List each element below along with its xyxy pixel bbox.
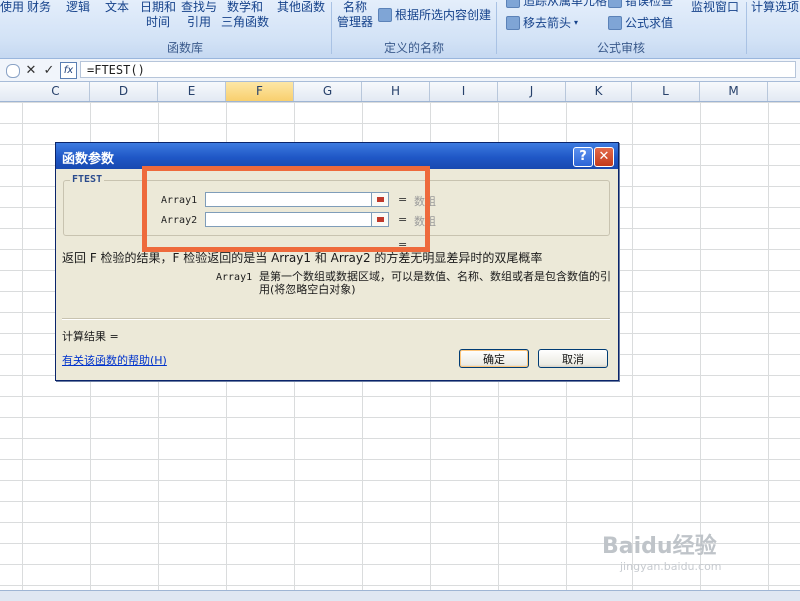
help-button[interactable]: ?	[573, 147, 593, 167]
button-label: 根据所选内容创建	[395, 8, 492, 22]
formula-bar-tools: ✕ ✓ fx	[6, 62, 77, 79]
button-label: 财务	[26, 0, 51, 14]
ribbon-separator	[496, 2, 497, 54]
column-header-k[interactable]: K	[566, 82, 632, 101]
button-label: 日期和	[139, 0, 176, 14]
create-from-selection-button[interactable]: 根据所选内容创建	[378, 6, 491, 23]
evaluate-formula-button[interactable]: 公式求值	[608, 14, 673, 31]
watermark-logo: Baidu经验	[602, 534, 717, 559]
button-label: 三角函数	[220, 15, 269, 29]
ribbon-math-trig-button[interactable]: 数学和 三角函数	[219, 0, 271, 30]
watermark-url: jingyan.baidu.com	[620, 560, 722, 573]
insert-function-button[interactable]: fx	[60, 62, 77, 79]
gridline	[768, 102, 769, 590]
ribbon-text-button[interactable]: 文本	[103, 0, 131, 15]
ribbon-recently-used-button[interactable]: 使用	[0, 0, 25, 15]
button-label: 时间	[145, 15, 170, 29]
button-label: 引用	[186, 15, 211, 29]
error-check-icon	[608, 0, 622, 8]
calc-options-button[interactable]: 计算选项	[750, 0, 800, 15]
button-label: 错误检查	[625, 0, 674, 8]
ribbon-lookup-reference-button[interactable]: 查找与 引用	[179, 0, 219, 30]
error-checking-button[interactable]: 错误检查	[608, 0, 673, 9]
arg-description-name: Array1	[216, 272, 253, 283]
button-label: 查找与	[180, 0, 217, 14]
enter-formula-button[interactable]: ✓	[42, 63, 56, 78]
arg-description-text: 是第一个数组或数据区域，可以是数值、名称、数组或者是包含数值的引用(将忽略空白对…	[259, 270, 611, 296]
gridline	[22, 102, 23, 590]
dialog-divider	[62, 318, 610, 320]
button-label: 使用	[0, 0, 25, 14]
group-label-defined-names: 定义的名称	[383, 41, 444, 55]
column-header-e[interactable]: E	[158, 82, 226, 101]
cancel-formula-button[interactable]: ✕	[24, 63, 38, 78]
ribbon-separator	[746, 2, 747, 54]
button-label: 名称	[342, 0, 367, 14]
trace-dependents-button[interactable]: 追踪从属单元格	[506, 0, 607, 9]
ribbon: 使用 财务 逻辑 文本 日期和 时间 查找与 引用 数学和 三角函数 其他函数 …	[0, 0, 800, 59]
column-header-g[interactable]: G	[294, 82, 362, 101]
remove-arrows-icon	[506, 15, 520, 30]
column-header-row: C D E F G H I J K L M	[0, 82, 800, 102]
button-label: 追踪从属单元格	[523, 0, 608, 8]
evaluate-icon	[608, 15, 622, 30]
formula-bar: ✕ ✓ fx =FTEST()	[0, 59, 800, 82]
column-header-i[interactable]: I	[430, 82, 498, 101]
calculation-result: 计算结果 =	[62, 330, 119, 343]
gridline	[700, 102, 701, 590]
ribbon-more-functions-button[interactable]: 其他函数	[275, 0, 327, 15]
button-label: 监视窗口	[690, 0, 739, 14]
name-manager-button[interactable]: 名称 管理器	[334, 0, 376, 30]
cancel-button[interactable]: 取消	[538, 349, 608, 368]
function-help-link[interactable]: 有关该函数的帮助(H)	[62, 352, 167, 368]
table-icon	[378, 7, 392, 22]
column-header-j[interactable]: J	[498, 82, 566, 101]
sheet-tabs-bar[interactable]	[0, 590, 800, 601]
button-label: 移去箭头	[523, 16, 572, 30]
group-label-formula-auditing: 公式审核	[596, 41, 645, 55]
ribbon-separator	[331, 2, 332, 54]
column-header-f[interactable]: F	[226, 82, 294, 101]
collapse-icon[interactable]	[6, 63, 20, 78]
ribbon-logical-button[interactable]: 逻辑	[64, 0, 92, 15]
button-label: 公式求值	[625, 16, 674, 30]
column-header-d[interactable]: D	[90, 82, 158, 101]
trace-arrow-icon	[506, 0, 520, 8]
gridline	[632, 102, 633, 590]
group-label-function-library: 函数库	[166, 41, 203, 55]
column-header-m[interactable]: M	[700, 82, 768, 101]
function-name-legend: FTEST	[70, 174, 105, 185]
remove-arrows-button[interactable]: 移去箭头 ▾	[506, 14, 578, 31]
chevron-down-icon: ▾	[574, 18, 579, 27]
column-header-c[interactable]: C	[22, 82, 90, 101]
column-header-l[interactable]: L	[632, 82, 700, 101]
watch-window-button[interactable]: 监视窗口	[688, 0, 742, 15]
formula-input[interactable]: =FTEST()	[80, 61, 796, 78]
button-label: 其他函数	[276, 0, 325, 14]
highlight-annotation	[142, 166, 430, 252]
ok-button[interactable]: 确定	[459, 349, 529, 368]
column-header-h[interactable]: H	[362, 82, 430, 101]
button-label: 数学和	[226, 0, 263, 14]
button-label: 计算选项	[750, 0, 799, 14]
ribbon-financial-button[interactable]: 财务	[25, 0, 53, 15]
ribbon-date-time-button[interactable]: 日期和 时间	[138, 0, 178, 30]
dialog-title: 函数参数	[62, 152, 115, 167]
close-button[interactable]: ✕	[594, 147, 614, 167]
button-label: 管理器	[336, 15, 373, 29]
button-label: 逻辑	[65, 0, 90, 14]
button-label: 文本	[104, 0, 129, 14]
